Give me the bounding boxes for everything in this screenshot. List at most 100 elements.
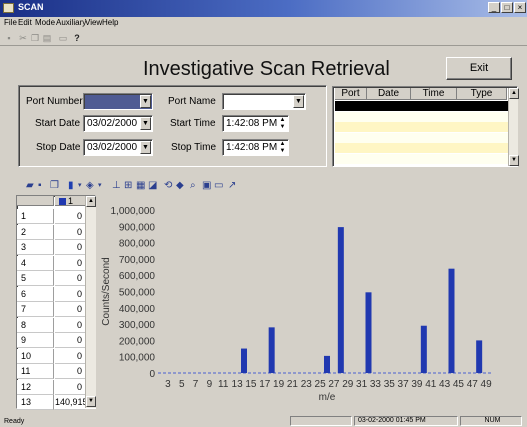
table-scrollbar[interactable]: ▲ ▼ (85, 196, 96, 408)
spin-up-icon[interactable]: ▲ (278, 141, 287, 147)
scroll-up-icon[interactable]: ▲ (86, 196, 96, 207)
print-icon[interactable]: ▭ (58, 33, 68, 43)
scroll-down-icon[interactable]: ▼ (86, 396, 96, 407)
chart-area[interactable]: 0 100,000 200,000 300,000 400,000 500,000 600,… (97, 195, 518, 409)
stop-date-picker[interactable]: 03/02/2000 ▼ (83, 139, 153, 156)
grid-header-type[interactable]: Type (457, 88, 507, 100)
table-cell[interactable]: 0 (55, 318, 85, 333)
open-icon[interactable]: ▰ (26, 180, 34, 192)
cut-icon[interactable]: ✂ (18, 33, 28, 43)
help-icon[interactable]: ? (72, 33, 82, 43)
fill-color-icon[interactable]: ◈ (86, 180, 94, 192)
grid-row[interactable] (335, 111, 508, 122)
chevron-down-icon[interactable]: ▼ (293, 95, 304, 108)
grid-row[interactable] (335, 153, 508, 164)
gridlines-icon[interactable]: ⊞ (124, 180, 132, 192)
print-chart-icon[interactable]: ▭ (214, 180, 223, 192)
table-cell[interactable]: 140,915 (55, 395, 88, 410)
results-grid[interactable]: Port Date Time Type ▲ ▼ (332, 86, 519, 167)
copy-chart-icon[interactable]: ❐ (50, 180, 59, 192)
copy-icon[interactable]: ❐ (30, 33, 40, 43)
table-cell[interactable]: 0 (55, 302, 85, 317)
save-chart-icon[interactable]: ▪ (38, 180, 42, 192)
grid-header-time[interactable]: Time (411, 88, 457, 100)
menu-help[interactable]: Help (102, 18, 118, 27)
status-datetime: 03-02-2000 01:45 PM (354, 416, 458, 426)
grid-row[interactable] (335, 143, 508, 153)
3d-icon[interactable]: ◆ (176, 180, 184, 192)
grid-row[interactable] (335, 101, 508, 111)
table-cell[interactable]: 0 (55, 256, 85, 271)
minimize-button[interactable]: _ (488, 2, 500, 13)
status-num: NUM (460, 416, 522, 426)
chevron-down-icon[interactable]: ▼ (140, 141, 151, 154)
bar (241, 348, 247, 373)
stop-time-label: Stop Time (171, 142, 217, 153)
zoom-icon[interactable]: ⌕ (190, 180, 196, 192)
start-date-picker[interactable]: 03/02/2000 ▼ (83, 115, 153, 132)
x-tick-label: 49 (481, 379, 493, 390)
table-cell[interactable]: 0 (55, 364, 85, 379)
chevron-down-icon[interactable]: ▼ (140, 117, 151, 130)
spin-up-icon[interactable]: ▲ (278, 117, 287, 123)
save-icon[interactable]: ▪ (4, 33, 14, 43)
x-tick-label: 39 (411, 379, 423, 390)
stop-time-input[interactable]: 1:42:08 PM ▲ ▼ (222, 139, 289, 156)
scroll-up-icon[interactable]: ▲ (509, 88, 519, 99)
app-icon (3, 3, 14, 13)
table-column-header[interactable]: 1 (55, 196, 85, 206)
pointer-icon[interactable]: ↗ (228, 180, 236, 192)
port-number-combobox[interactable]: ▼ (83, 93, 153, 110)
menu-edit[interactable]: Edit (18, 18, 32, 27)
dropdown-icon[interactable]: ▾ (78, 180, 82, 192)
x-tick-label: 27 (328, 379, 340, 390)
table-row-number: 6 (17, 286, 54, 302)
grid-header-port[interactable]: Port (335, 88, 367, 100)
dropdown-icon[interactable]: ▾ (98, 180, 102, 192)
table-cell[interactable]: 0 (55, 225, 85, 240)
title-bar[interactable]: SCAN _ □ × (0, 0, 527, 17)
menu-auxiliary[interactable]: Auxiliary (56, 18, 86, 27)
port-name-combobox[interactable]: ▼ (222, 93, 306, 110)
start-time-input[interactable]: 1:42:08 PM ▲ ▼ (222, 115, 289, 132)
menu-view[interactable]: View (85, 18, 102, 27)
exit-button[interactable]: Exit (446, 57, 512, 80)
menu-mode[interactable]: Mode (35, 18, 55, 27)
grid-header-date[interactable]: Date (367, 88, 411, 100)
bar (420, 325, 427, 373)
table-cell[interactable]: 0 (55, 271, 85, 286)
bar-chart-icon[interactable]: ▮ (68, 180, 74, 192)
print-preview-icon[interactable]: ▣ (202, 180, 211, 192)
table-row-number: 11 (17, 364, 54, 379)
table-cell[interactable]: 0 (55, 209, 85, 224)
axis-icon[interactable]: ⊥ (112, 180, 121, 192)
table-icon[interactable]: ▦ (136, 180, 145, 192)
grid-row[interactable] (335, 122, 508, 132)
table-cell[interactable]: 0 (55, 287, 85, 302)
chevron-down-icon[interactable]: ▼ (140, 95, 151, 108)
close-button[interactable]: × (514, 2, 526, 13)
grid-row[interactable] (335, 132, 508, 143)
paste-icon[interactable]: ▤ (42, 33, 52, 43)
table-corner (17, 196, 54, 206)
spin-down-icon[interactable]: ▼ (278, 124, 287, 130)
spin-down-icon[interactable]: ▼ (278, 148, 287, 154)
rotate-icon[interactable]: ⟲ (164, 180, 172, 192)
menu-bar: File Edit Mode Auxiliary View Help (0, 17, 527, 30)
maximize-button[interactable]: □ (501, 2, 513, 13)
table-cell[interactable]: 0 (55, 380, 85, 395)
x-tick-label: 37 (398, 379, 410, 390)
scroll-down-icon[interactable]: ▼ (509, 155, 519, 166)
stop-date-label: Stop Date (36, 142, 81, 153)
data-table[interactable]: 1 1 0 2 0 3 0 4 0 5 0 6 0 7 0 8 0 9 0 10 0 11 0 12 0 13 140,915 ▲… (16, 195, 96, 410)
table-cell[interactable]: 0 (55, 240, 85, 255)
grid-scrollbar[interactable]: ▲ ▼ (508, 88, 519, 166)
y-tick-label: 300,000 (119, 320, 156, 331)
table-row-number: 12 (17, 379, 54, 395)
menu-file[interactable]: File (4, 18, 17, 27)
legend-icon[interactable]: ◪ (148, 180, 157, 192)
x-tick-label: 17 (259, 379, 271, 390)
table-cell[interactable]: 0 (55, 333, 85, 348)
table-cell[interactable]: 0 (55, 349, 85, 364)
table-row-number: 3 (17, 240, 54, 255)
